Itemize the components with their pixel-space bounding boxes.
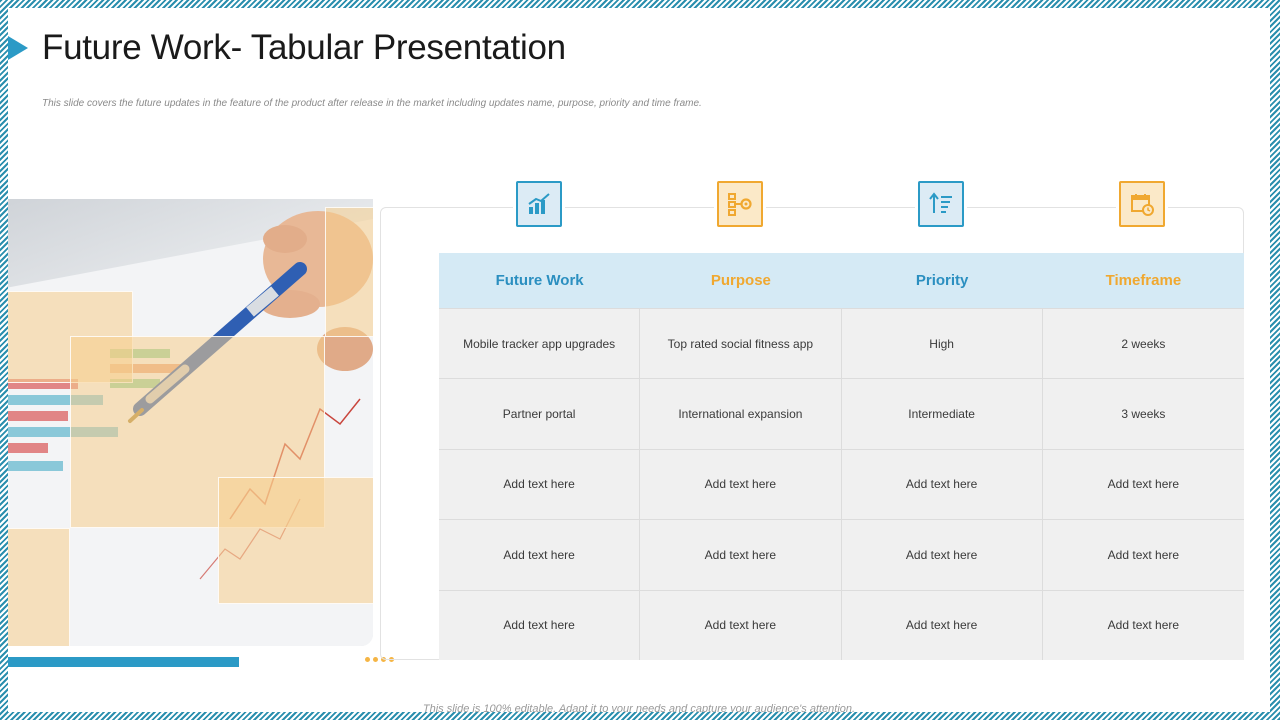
table-cell: Add text here <box>1042 448 1244 520</box>
table-cell: Add text here <box>841 589 1043 660</box>
table-cell: Top rated social fitness app <box>640 308 842 379</box>
table-cell: Add text here <box>640 519 842 590</box>
column-header-priority: Priority <box>841 253 1043 308</box>
slide-title: Future Work- Tabular Presentation <box>42 28 566 67</box>
column-header-purpose: Purpose <box>640 253 842 308</box>
slide: Future Work- Tabular Presentation This s… <box>8 8 1270 712</box>
table-cell: Add text here <box>640 589 842 660</box>
table-cell: 2 weeks <box>1042 308 1244 379</box>
table-cell: International expansion <box>640 378 842 449</box>
table-cell: Add text here <box>841 519 1043 590</box>
table-cell: Add text here <box>439 448 641 520</box>
table-cell: Partner portal <box>439 378 641 449</box>
table-cell: Mobile tracker app upgrades <box>439 308 641 379</box>
title-arrow-icon <box>8 36 28 60</box>
table-cell: High <box>841 308 1043 379</box>
column-header-timeframe: Timeframe <box>1042 253 1244 308</box>
accent-bar <box>8 657 239 667</box>
table-cell: Add text here <box>841 448 1043 520</box>
column-header-future-work: Future Work <box>439 253 641 308</box>
table-cell: Add text here <box>640 448 842 520</box>
sort-ascending-icon <box>915 178 967 230</box>
footer-note: This slide is 100% editable. Adapt it to… <box>422 703 856 712</box>
table-cell: Add text here <box>1042 519 1244 590</box>
future-work-table: Future Work Purpose Priority Timeframe M… <box>439 253 1244 660</box>
table-cell: Add text here <box>439 589 641 660</box>
table-cell: 3 weeks <box>1042 378 1244 449</box>
calendar-clock-icon <box>1116 178 1168 230</box>
bar-chart-icon <box>513 178 565 230</box>
hand-pen-chart-image <box>8 199 373 646</box>
slide-subtitle: This slide covers the future updates in … <box>42 98 702 109</box>
flowchart-gear-icon <box>714 178 766 230</box>
table-cell: Add text here <box>1042 589 1244 660</box>
table-cell: Add text here <box>439 519 641 590</box>
table-cell: Intermediate <box>841 378 1043 449</box>
